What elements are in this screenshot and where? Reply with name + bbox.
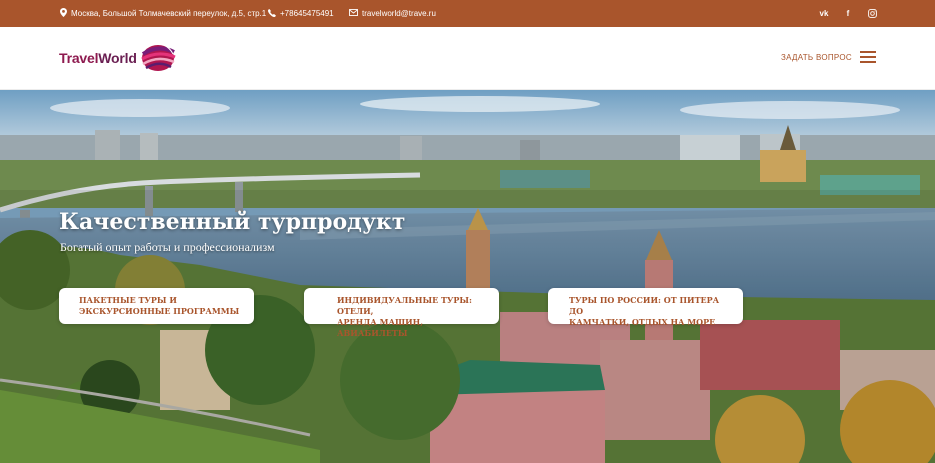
email-address[interactable]: travelworld@trave.ru — [362, 9, 436, 18]
email[interactable]: travelworld@trave.ru — [349, 0, 436, 27]
hero-subtitle: Богатый опыт работы и профессионализм — [60, 240, 275, 254]
package-tours-card[interactable]: ПАКЕТНЫЕ ТУРЫ И ЭКСКУРСИОННЫЕ ПРОГРАММЫ — [59, 288, 254, 324]
card-line-2: ЭКСКУРСИОННЫЕ ПРОГРАММЫ — [79, 306, 240, 316]
ask-question-link[interactable]: ЗАДАТЬ ВОПРОС — [781, 53, 852, 62]
phone-number[interactable]: +78645475491 — [280, 9, 334, 18]
top-contact-bar: Москва, Большой Толмачевский переулок, д… — [0, 0, 935, 27]
address: Москва, Большой Толмачевский переулок, д… — [60, 0, 266, 27]
hero-title: Качественный турпродукт — [59, 209, 406, 235]
map-pin-icon — [60, 8, 67, 19]
vk-icon[interactable]: vk — [819, 9, 829, 19]
site-header: TravelWorld ЗАДАТЬ ВОПРОС — [0, 27, 935, 90]
menu-hamburger-icon[interactable] — [860, 50, 876, 64]
logo-text: TravelWorld — [59, 50, 137, 66]
card-line-2: КАМЧАТКИ, ОТДЫХ НА МОРЕ — [569, 317, 716, 327]
individual-tours-card[interactable]: ИНДИВИДУАЛЬНЫЕ ТУРЫ: ОТЕЛИ, АРЕНДА МАШИН… — [304, 288, 499, 338]
facebook-icon[interactable]: f — [843, 9, 853, 19]
phone[interactable]: +78645475491 — [267, 0, 334, 27]
card-line-1: ПАКЕТНЫЕ ТУРЫ И — [79, 295, 177, 305]
social-links: vk f — [819, 0, 877, 27]
city-panorama-photo — [0, 90, 935, 463]
card-line-2: АРЕНДА МАШИН, АВИАБИЛЕТЫ — [337, 317, 424, 338]
card-line-1: ИНДИВИДУАЛЬНЫЕ ТУРЫ: ОТЕЛИ, — [337, 295, 472, 316]
phone-icon — [267, 8, 276, 19]
logo-swirl-icon — [140, 44, 176, 71]
hero-banner: Качественный турпродукт Богатый опыт раб… — [0, 90, 935, 463]
instagram-icon[interactable] — [867, 9, 877, 19]
address-text: Москва, Большой Толмачевский переулок, д… — [71, 9, 267, 18]
logo[interactable]: TravelWorld — [59, 41, 176, 75]
russia-tours-card[interactable]: ТУРЫ ПО РОССИИ: ОТ ПИТЕРА ДО КАМЧАТКИ, О… — [548, 288, 743, 327]
envelope-icon — [349, 9, 358, 18]
card-line-1: ТУРЫ ПО РОССИИ: ОТ ПИТЕРА ДО — [569, 295, 720, 316]
